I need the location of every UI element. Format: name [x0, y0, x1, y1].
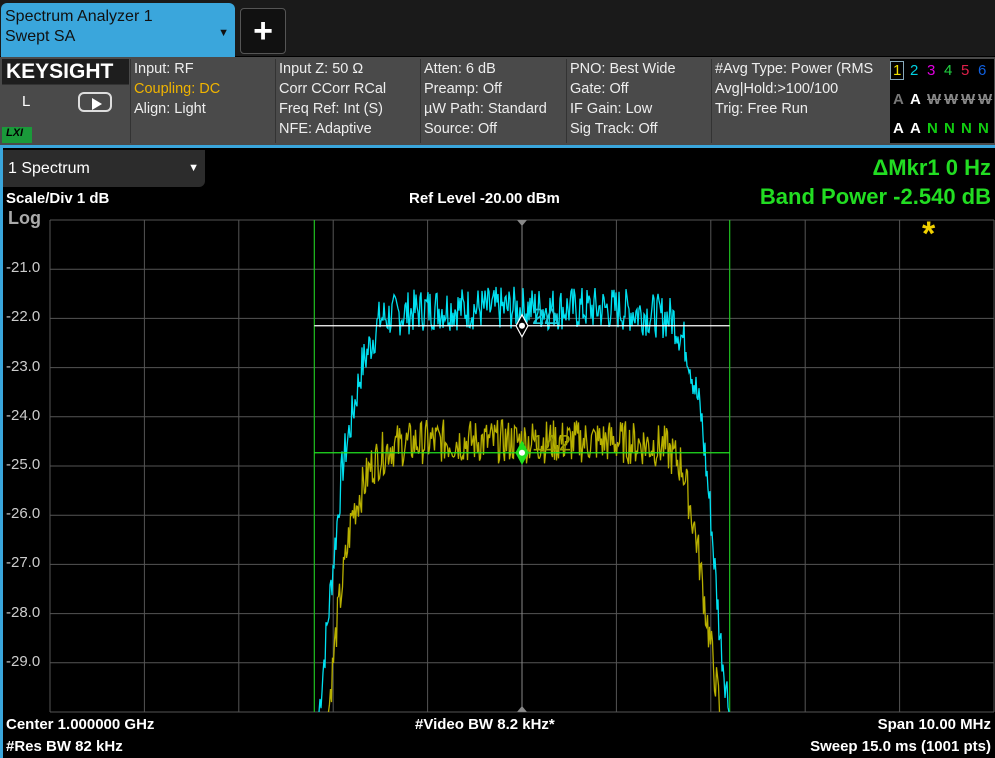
y-tick-label: -22.0 — [6, 308, 41, 326]
y-tick-label: -24.0 — [6, 406, 41, 424]
y-tick-label: -23.0 — [6, 357, 41, 375]
bottom-center-tick — [517, 706, 527, 712]
span[interactable]: Span 10.00 MHz — [878, 716, 991, 733]
marker-dot — [519, 449, 525, 456]
spectrum-plot[interactable]: 2Δ 1Δ2 — [0, 0, 995, 758]
video-bw[interactable]: #Video BW 8.2 kHz* — [415, 716, 555, 733]
trace-2 — [318, 286, 730, 713]
y-tick-label: -29.0 — [6, 652, 41, 670]
y-tick-label: -26.0 — [6, 505, 41, 523]
center-freq[interactable]: Center 1.000000 GHz — [6, 716, 154, 733]
top-center-tick — [517, 220, 527, 226]
y-tick-label: -27.0 — [6, 554, 41, 572]
res-bw[interactable]: #Res BW 82 kHz — [6, 738, 123, 755]
marker-dot — [519, 322, 525, 329]
marker-label: 1Δ2 — [532, 431, 571, 456]
y-tick-label: -28.0 — [6, 603, 41, 621]
trace-1 — [327, 419, 721, 713]
sweep[interactable]: Sweep 15.0 ms (1001 pts) — [810, 738, 991, 755]
marker-label: 2Δ — [532, 304, 559, 329]
y-tick-label: -21.0 — [6, 259, 41, 277]
y-tick-label: -25.0 — [6, 456, 41, 473]
